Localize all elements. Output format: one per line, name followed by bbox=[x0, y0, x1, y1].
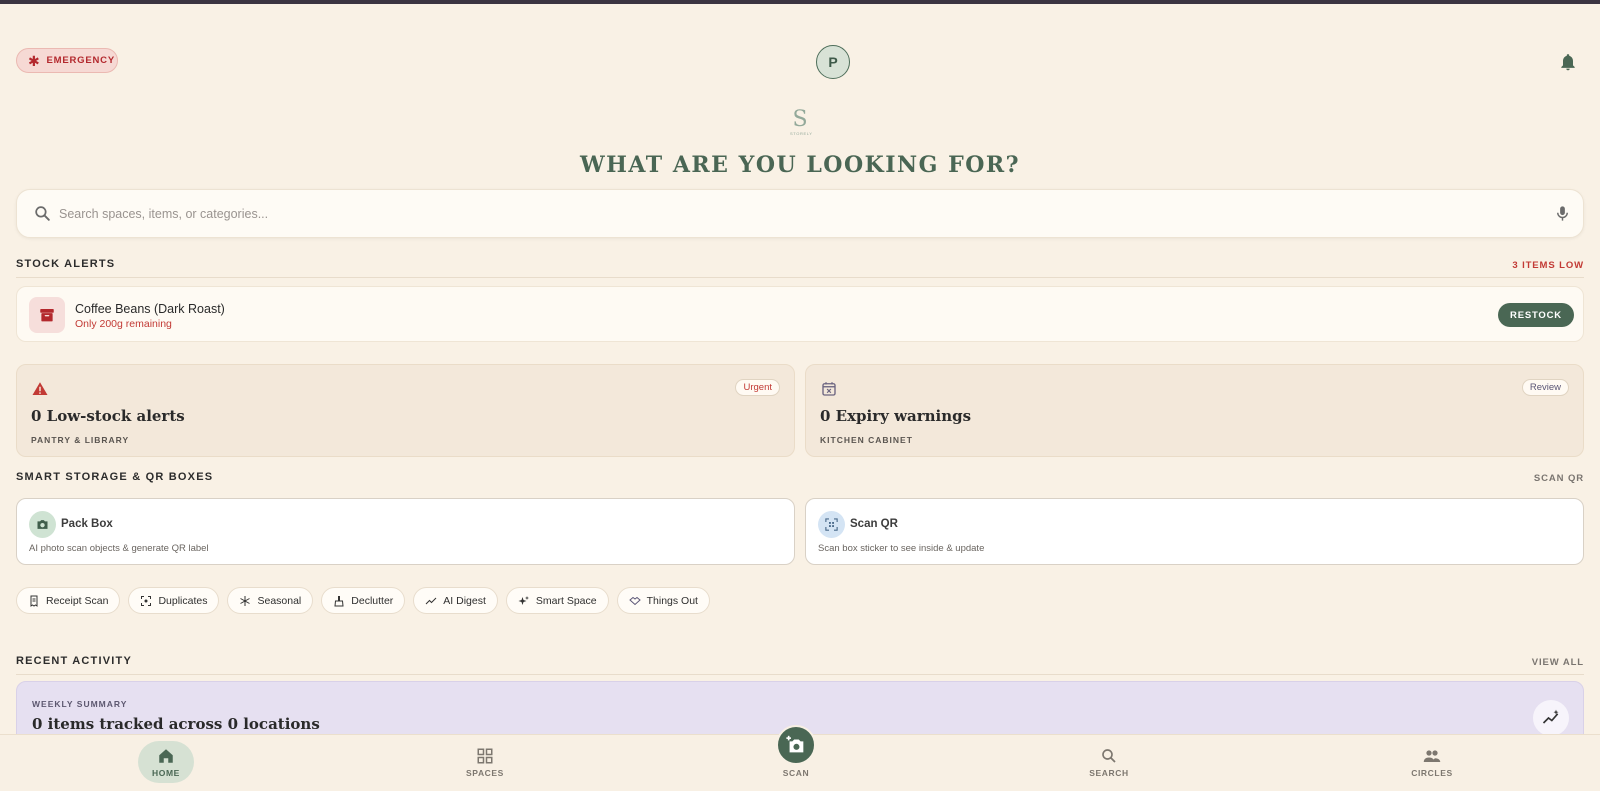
trend-icon bbox=[425, 597, 437, 604]
pack-box-card[interactable]: Pack Box AI photo scan objects & generat… bbox=[16, 498, 795, 565]
trend-button[interactable] bbox=[1533, 700, 1569, 736]
scan-qr-title: Scan QR bbox=[850, 518, 898, 530]
pack-box-title: Pack Box bbox=[61, 518, 113, 530]
scan-qr-subtitle: Scan box sticker to see inside & update bbox=[818, 543, 985, 554]
page-title: WHAT ARE YOU LOOKING FOR? bbox=[579, 152, 1021, 178]
trend-sparkle-icon bbox=[1542, 709, 1559, 724]
pack-box-icon-wrap bbox=[29, 511, 56, 538]
top-accent-bar bbox=[0, 0, 1600, 4]
avatar[interactable]: P bbox=[816, 45, 850, 79]
archive-box-icon bbox=[40, 309, 54, 322]
nav-home[interactable]: HOME bbox=[138, 741, 194, 783]
microphone-icon[interactable] bbox=[1553, 204, 1572, 223]
search-input[interactable] bbox=[59, 202, 1519, 226]
restock-button[interactable]: RESTOCK bbox=[1498, 303, 1574, 327]
smart-storage-title: SMART STORAGE & QR BOXES bbox=[16, 471, 214, 483]
logo-letter: S bbox=[792, 107, 808, 132]
expiry-location: KITCHEN CABINET bbox=[820, 435, 913, 445]
chip-label: AI Digest bbox=[443, 594, 486, 607]
scan-fab-button[interactable] bbox=[776, 725, 816, 765]
quick-actions: Receipt Scan Duplicates Seasonal Declutt… bbox=[16, 587, 710, 614]
stock-alerts-title: STOCK ALERTS bbox=[16, 258, 116, 270]
nav-search[interactable]: SEARCH bbox=[1081, 741, 1137, 783]
chip-ai-digest[interactable]: AI Digest bbox=[413, 587, 498, 614]
chip-receipt-scan[interactable]: Receipt Scan bbox=[16, 587, 121, 614]
grid-icon bbox=[477, 748, 493, 763]
weekly-summary-caption: WEEKLY SUMMARY bbox=[32, 699, 128, 709]
low-stock-count: 0 Low-stock alerts bbox=[31, 407, 185, 425]
chip-smart-space[interactable]: Smart Space bbox=[505, 587, 609, 614]
search-icon bbox=[1102, 748, 1116, 763]
broom-icon bbox=[334, 595, 344, 606]
nav-spaces-label: SPACES bbox=[466, 767, 504, 778]
duplicates-icon bbox=[141, 595, 152, 606]
logo-subtext: STORELY bbox=[790, 131, 813, 136]
chip-label: Receipt Scan bbox=[46, 594, 109, 607]
handshake-icon bbox=[628, 596, 641, 605]
chip-things-out[interactable]: Things Out bbox=[616, 587, 710, 614]
nav-circles-label: CIRCLES bbox=[1411, 767, 1453, 778]
expiry-card[interactable]: Review 0 Expiry warnings KITCHEN CABINET bbox=[805, 364, 1584, 457]
chip-declutter[interactable]: Declutter bbox=[321, 587, 406, 614]
chip-label: Things Out bbox=[646, 594, 698, 607]
nav-scan-label: SCAN bbox=[782, 768, 810, 778]
emergency-label: EMERGENCY bbox=[46, 55, 115, 66]
alert-item-name: Coffee Beans (Dark Roast) bbox=[75, 302, 225, 316]
add-camera-icon bbox=[786, 735, 804, 753]
alert-item-icon-wrap bbox=[29, 297, 65, 333]
urgent-badge: Urgent bbox=[735, 379, 780, 396]
people-icon bbox=[1423, 749, 1441, 762]
weekly-summary-text: 0 items tracked across 0 locations bbox=[32, 715, 320, 733]
chip-label: Smart Space bbox=[535, 594, 597, 607]
scan-qr-link[interactable]: SCAN QR bbox=[1534, 473, 1584, 484]
review-badge: Review bbox=[1521, 379, 1569, 396]
calendar-x-icon bbox=[822, 382, 836, 396]
stock-alerts-count: 3 ITEMS LOW bbox=[1512, 260, 1584, 271]
emergency-button[interactable]: ✱ EMERGENCY bbox=[16, 48, 118, 73]
recent-activity-title: RECENT ACTIVITY bbox=[16, 655, 132, 667]
nav-circles[interactable]: CIRCLES bbox=[1404, 741, 1460, 783]
nav-spaces[interactable]: SPACES bbox=[457, 741, 513, 783]
snowflake-icon bbox=[240, 595, 251, 606]
camera-icon bbox=[37, 520, 48, 529]
low-stock-location: PANTRY & LIBRARY bbox=[31, 435, 130, 445]
low-stock-card[interactable]: Urgent 0 Low-stock alerts PANTRY & LIBRA… bbox=[16, 364, 795, 457]
chip-label: Seasonal bbox=[257, 594, 302, 607]
warning-icon bbox=[32, 382, 48, 395]
chip-label: Duplicates bbox=[158, 594, 208, 607]
view-all-link[interactable]: VIEW ALL bbox=[1532, 657, 1584, 668]
divider bbox=[16, 674, 1584, 675]
search-icon bbox=[35, 206, 50, 221]
divider bbox=[16, 277, 1584, 278]
search-bar[interactable] bbox=[16, 189, 1584, 238]
scan-qr-icon-wrap bbox=[818, 511, 845, 538]
pack-box-subtitle: AI photo scan objects & generate QR labe… bbox=[29, 543, 209, 554]
stock-alert-item[interactable]: Coffee Beans (Dark Roast) Only 200g rema… bbox=[16, 286, 1584, 342]
nav-search-label: SEARCH bbox=[1089, 767, 1129, 778]
chip-seasonal[interactable]: Seasonal bbox=[227, 587, 314, 614]
qr-scan-icon bbox=[825, 518, 838, 531]
sparkle-icon bbox=[518, 595, 529, 605]
chip-label: Declutter bbox=[351, 594, 394, 607]
scan-qr-card[interactable]: Scan QR Scan box sticker to see inside &… bbox=[805, 498, 1584, 565]
receipt-icon bbox=[30, 595, 38, 607]
nav-home-label: HOME bbox=[152, 767, 180, 778]
home-icon bbox=[159, 748, 173, 763]
chip-duplicates[interactable]: Duplicates bbox=[128, 587, 220, 614]
asterisk-icon: ✱ bbox=[28, 52, 41, 69]
alert-item-detail: Only 200g remaining bbox=[75, 318, 172, 330]
brand-logo: S STORELY bbox=[790, 107, 813, 137]
bell-icon[interactable] bbox=[1558, 52, 1578, 72]
expiry-count: 0 Expiry warnings bbox=[820, 407, 972, 425]
